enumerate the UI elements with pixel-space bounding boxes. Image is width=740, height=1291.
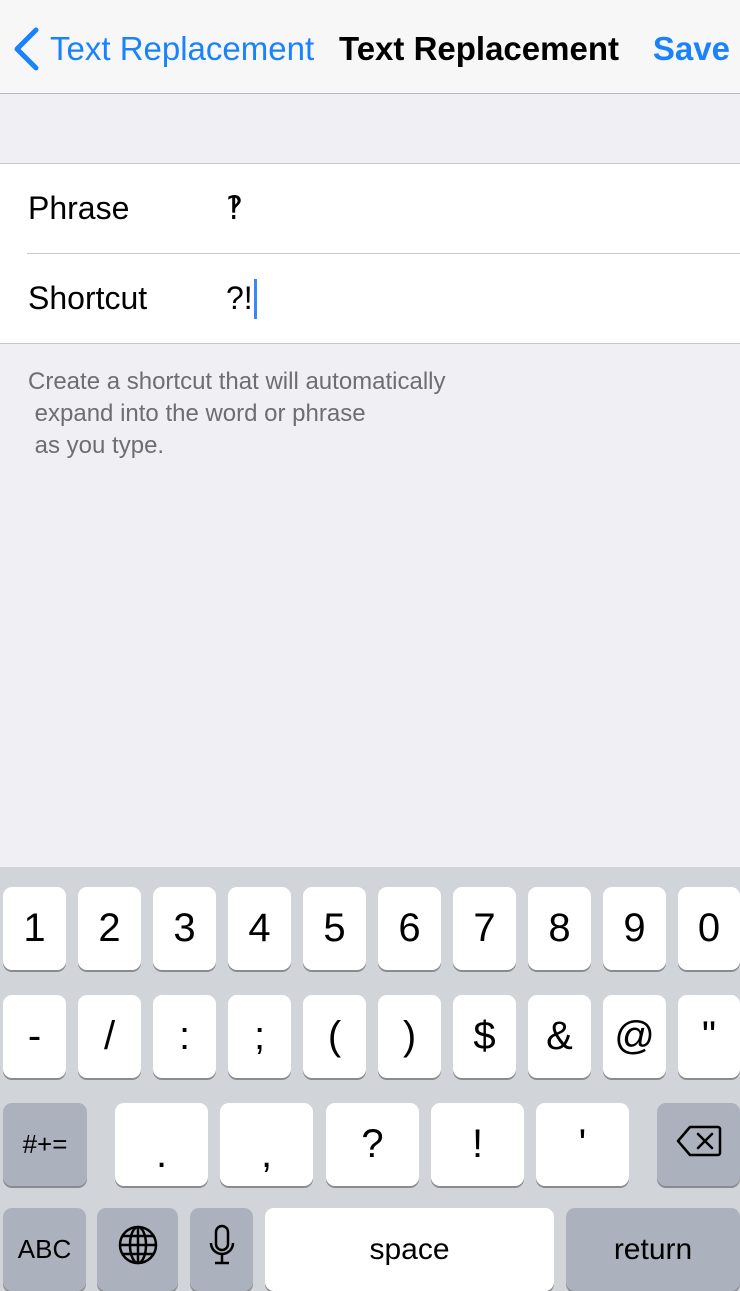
page-title: Text Replacement [339, 30, 619, 67]
key-label: " [701, 1014, 717, 1058]
key-exclamation[interactable]: ! [431, 1103, 524, 1186]
delete-key[interactable] [657, 1103, 740, 1186]
shortcut-label: Shortcut [28, 280, 148, 316]
key-open-paren[interactable]: ( [303, 995, 366, 1078]
phrase-label: Phrase [28, 190, 130, 226]
key-at[interactable]: @ [603, 995, 666, 1078]
key-label: return [613, 1232, 693, 1266]
key-6[interactable]: 6 [378, 887, 441, 970]
key-9[interactable]: 9 [603, 887, 666, 970]
key-label: space [369, 1232, 450, 1266]
key-1[interactable]: 1 [3, 887, 66, 970]
key-3[interactable]: 3 [153, 887, 216, 970]
phrase-value: ‽ [226, 190, 243, 226]
key-label: - [27, 1014, 42, 1058]
key-2[interactable]: 2 [78, 887, 141, 970]
microphone-icon [209, 1224, 235, 1276]
text-replacement-form: Phrase ‽ Shortcut ?! [0, 163, 740, 344]
key-label: 9 [623, 906, 646, 950]
key-label: #+= [22, 1129, 68, 1159]
key-label: : [178, 1014, 191, 1058]
return-key[interactable]: return [566, 1208, 740, 1291]
delete-icon [676, 1122, 722, 1167]
shortcut-row[interactable]: Shortcut ?! [0, 254, 740, 343]
key-colon[interactable]: : [153, 995, 216, 1078]
key-semicolon[interactable]: ; [228, 995, 291, 1078]
key-apostrophe[interactable]: ' [536, 1103, 629, 1186]
key-label: ) [402, 1014, 417, 1058]
key-question[interactable]: ? [326, 1103, 419, 1186]
key-label: $ [473, 1014, 496, 1058]
chevron-left-icon [12, 27, 40, 71]
key-more-symbols[interactable]: #+= [3, 1103, 87, 1186]
shortcut-field[interactable]: ?! [226, 254, 257, 343]
key-label: , [260, 1132, 273, 1176]
key-label: ; [253, 1014, 266, 1058]
globe-icon [118, 1225, 158, 1275]
shortcut-value: ?! [226, 280, 253, 316]
key-label: 5 [323, 906, 346, 950]
dictation-key[interactable] [190, 1208, 253, 1291]
key-period[interactable]: . [115, 1103, 208, 1186]
key-8[interactable]: 8 [528, 887, 591, 970]
key-slash[interactable]: / [78, 995, 141, 1078]
key-quote[interactable]: " [678, 995, 740, 1078]
key-label: ' [578, 1122, 587, 1166]
key-label: @ [614, 1014, 655, 1058]
key-7[interactable]: 7 [453, 887, 516, 970]
footer-note: Create a shortcut that will automaticall… [28, 368, 446, 459]
key-label: ABC [17, 1234, 72, 1264]
back-button[interactable]: Text Replacement [12, 26, 314, 72]
key-label: 0 [697, 906, 721, 950]
key-dollar[interactable]: $ [453, 995, 516, 1078]
key-label: 2 [98, 906, 121, 950]
text-cursor [253, 278, 257, 319]
key-hyphen[interactable]: - [3, 995, 66, 1078]
phrase-row[interactable]: Phrase ‽ [0, 164, 740, 254]
key-5[interactable]: 5 [303, 887, 366, 970]
key-label: 8 [548, 906, 571, 950]
key-label: ? [361, 1122, 384, 1166]
keyboard: 1 2 3 4 5 6 7 8 9 0 - / : ; ( ) $ & @ " … [0, 867, 740, 1291]
key-label: 6 [398, 906, 421, 950]
key-close-paren[interactable]: ) [378, 995, 441, 1078]
navigation-bar: Text Replacement Text Replacement Save [0, 0, 740, 94]
key-4[interactable]: 4 [228, 887, 291, 970]
key-0[interactable]: 0 [678, 887, 740, 970]
phrase-field[interactable]: ‽ [226, 164, 243, 253]
globe-key[interactable] [97, 1208, 178, 1291]
key-comma[interactable]: , [220, 1103, 313, 1186]
save-button[interactable]: Save [653, 26, 730, 72]
key-label: ( [327, 1014, 342, 1058]
space-key[interactable]: space [265, 1208, 554, 1291]
key-ampersand[interactable]: & [528, 995, 591, 1078]
key-abc[interactable]: ABC [3, 1208, 86, 1291]
key-label: / [103, 1014, 116, 1058]
key-label: . [155, 1132, 168, 1176]
key-label: 3 [173, 906, 196, 950]
key-label: 7 [473, 906, 496, 950]
key-label: ! [471, 1122, 484, 1166]
key-label: & [546, 1014, 573, 1058]
key-label: 4 [248, 906, 271, 950]
back-button-label: Text Replacement [50, 30, 315, 67]
key-label: 1 [23, 906, 46, 950]
